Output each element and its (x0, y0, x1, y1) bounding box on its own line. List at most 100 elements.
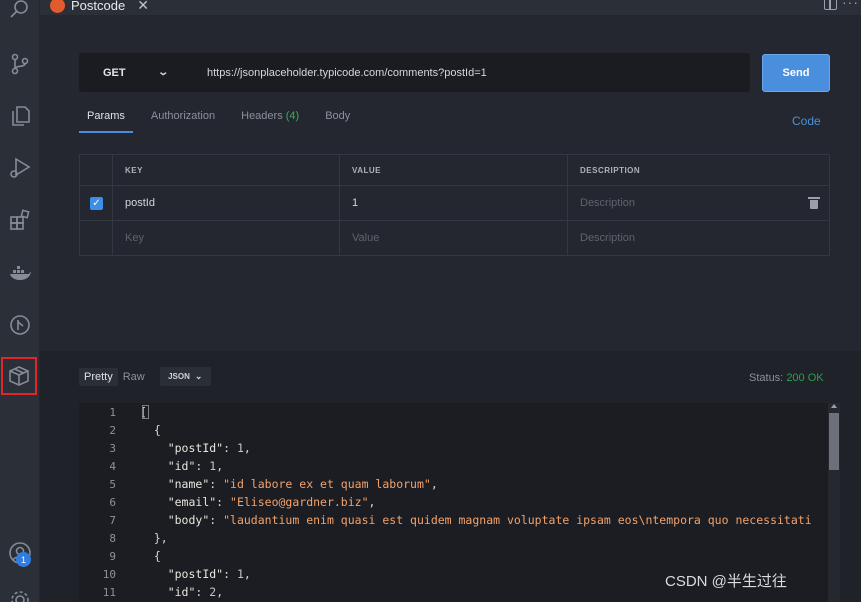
tab-headers[interactable]: Headers (4) (233, 107, 307, 133)
params-table: KEY VALUE DESCRIPTION ✓ postId 1 Descrip… (79, 154, 830, 256)
params-header-row: KEY VALUE DESCRIPTION (79, 154, 830, 186)
code-line: 7 "body": "laudantium enim quasi est qui… (79, 511, 840, 529)
code-text: { (140, 549, 161, 563)
empty-checkbox-cell (79, 220, 113, 256)
json-key: "body" (167, 513, 210, 527)
json-key: "email" (167, 495, 217, 509)
tab-authorization[interactable]: Authorization (143, 107, 223, 133)
close-icon[interactable]: ✕ (137, 0, 149, 14)
code-link[interactable]: Code (792, 114, 821, 128)
activity-bar: 1 (0, 0, 40, 602)
param-key-field[interactable]: postId (112, 185, 340, 221)
line-number: 1 (109, 405, 116, 419)
method-select[interactable]: GET ⌄ (79, 67, 189, 79)
scroll-up-icon[interactable] (831, 404, 837, 408)
chevron-down-icon: ⌄ (194, 371, 203, 381)
vertical-scrollbar[interactable] (828, 403, 840, 602)
bracket-highlight (142, 405, 149, 419)
tab-params-label: Params (87, 110, 125, 122)
code-text: "postId": 1, (140, 567, 251, 581)
code-line: 6 "email": "Eliseo@gardner.biz", (79, 493, 840, 511)
tab-headers-label: Headers (241, 110, 283, 122)
tab-body-label: Body (325, 110, 351, 122)
new-description-field[interactable]: Description (567, 220, 830, 256)
split-editor-icon[interactable] (824, 0, 837, 10)
json-value: 1 (236, 441, 244, 455)
new-key-field[interactable]: Key (112, 220, 340, 256)
run-debug-icon[interactable] (4, 152, 36, 184)
scrollbar-thumb[interactable] (829, 413, 839, 470)
vscode-window: 1 Postcode ✕ ··· GET ⌄ https://jsonplace… (0, 0, 861, 602)
docker-icon[interactable] (4, 257, 36, 289)
headers-count: (4) (285, 110, 300, 122)
code-text: "postId": 1, (140, 441, 251, 455)
line-number: 4 (109, 459, 116, 473)
new-value-field[interactable]: Value (339, 220, 568, 256)
line-number: 3 (109, 441, 116, 455)
tab-title: Postcode (71, 0, 126, 13)
line-number: 9 (109, 549, 116, 563)
param-value-field[interactable]: 1 (339, 185, 568, 221)
pretty-toggle[interactable]: Pretty (79, 367, 118, 386)
header-checkbox-col (79, 154, 113, 186)
json-key: "postId" (167, 441, 224, 455)
code-text: "id": 1, (140, 459, 223, 473)
code-text: { (140, 423, 161, 437)
tab-params[interactable]: Params (79, 107, 133, 133)
postcode-logo-icon (50, 0, 65, 13)
json-punctuation: { (153, 423, 161, 437)
param-description-cell: Description (567, 185, 830, 221)
json-value: 2 (209, 585, 217, 599)
git-graph-icon[interactable] (4, 309, 36, 341)
code-text: "body": "laudantium enim quasi est quide… (140, 513, 812, 527)
tab-postcode[interactable]: Postcode ✕ (46, 0, 153, 15)
json-key: "postId" (167, 567, 224, 581)
response-toolbar: Pretty Raw JSON ⌄ (79, 367, 211, 386)
format-select[interactable]: JSON ⌄ (159, 367, 211, 386)
tab-body[interactable]: Body (317, 107, 358, 133)
send-button[interactable]: Send (762, 54, 830, 92)
line-number: 6 (109, 495, 116, 509)
code-line: 8 }, (79, 529, 840, 547)
method-value: GET (103, 66, 126, 79)
request-tabs: Params Authorization Headers (4) Body (79, 107, 368, 133)
param-description-field[interactable]: Description (580, 197, 635, 209)
row-enabled-checkbox[interactable]: ✓ (90, 196, 103, 210)
raw-toggle[interactable]: Raw (118, 368, 150, 386)
line-number: 11 (102, 585, 116, 599)
postcode-package-icon[interactable] (1, 357, 37, 395)
line-number: 5 (109, 477, 116, 491)
url-input[interactable]: https://jsonplaceholder.typicode.com/com… (207, 67, 487, 79)
settings-gear-icon[interactable] (4, 584, 36, 602)
trash-icon[interactable] (808, 197, 820, 209)
json-value: 1 (236, 567, 244, 581)
format-value: JSON (168, 372, 190, 381)
line-number: 10 (102, 567, 116, 581)
extensions-icon[interactable] (4, 204, 36, 236)
watermark: CSDN @半生过往 (665, 573, 787, 590)
row-checkbox-cell: ✓ (79, 185, 113, 221)
header-value: VALUE (339, 154, 568, 186)
code-text: "email": "Eliseo@gardner.biz", (140, 495, 376, 509)
json-key: "id" (167, 459, 196, 473)
code-text: }, (140, 531, 168, 545)
response-status: Status: 200 OK (749, 372, 824, 384)
code-text: "id": 2, (140, 585, 223, 599)
status-label: Status: (749, 372, 784, 384)
code-line: 1[ (79, 403, 840, 421)
table-row: ✓ postId 1 Description (79, 185, 830, 221)
search-icon[interactable] (4, 0, 36, 26)
code-line: 3 "postId": 1, (79, 439, 840, 457)
explorer-icon[interactable] (4, 100, 36, 132)
more-actions-icon[interactable]: ··· (842, 0, 859, 10)
code-line: 9 { (79, 547, 840, 565)
json-value: "laudantium enim quasi est quidem magnam… (223, 513, 812, 527)
source-control-icon[interactable] (4, 48, 36, 80)
code-line: 2 { (79, 421, 840, 439)
json-value: "id labore ex et quam laborum" (223, 477, 431, 491)
